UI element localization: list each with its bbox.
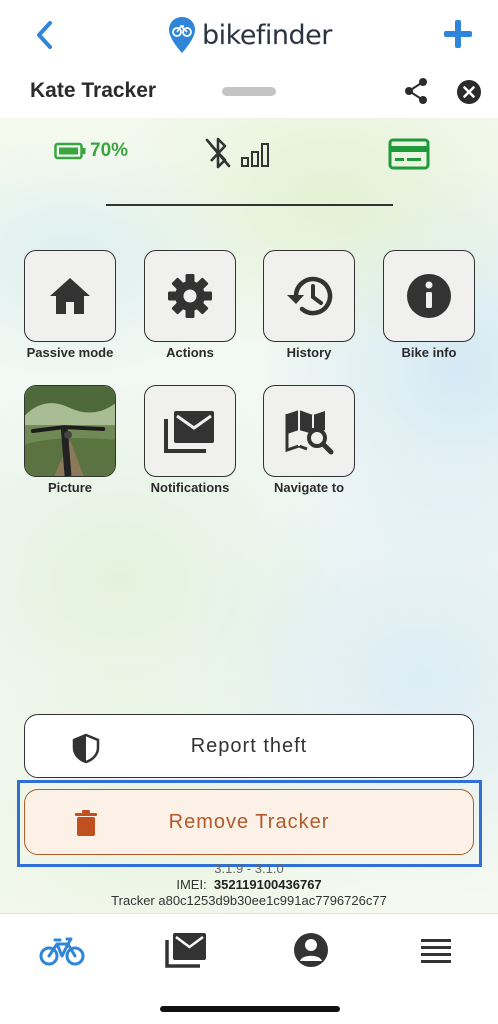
home-icon [50,278,90,314]
tile-label: Notifications [150,480,230,495]
tracker-id-text: Tracker a80c1253d9b30ee1c991ac7796726c77 [111,893,387,908]
tile-actions[interactable]: Actions [134,250,246,360]
account-icon [294,933,328,967]
sheet-grabber[interactable] [222,87,276,96]
remove-tracker-label: Remove Tracker [168,811,330,833]
tile-history[interactable]: History [253,250,365,360]
signal-strength-icon [240,140,276,168]
report-theft-button[interactable]: Report theft [24,714,474,778]
imei-value: 352119100436767 [213,877,322,892]
back-button[interactable] [30,18,60,52]
tab-account[interactable] [287,930,335,970]
bikefinder-logo: bikefinder [168,14,332,56]
menu-icon [421,939,451,963]
mail-stack-icon [165,933,206,968]
tracker-name: Kate Tracker [30,79,157,102]
gear-icon [168,274,212,318]
close-icon [457,80,481,104]
tile-label: Actions [166,345,214,360]
tab-bikes[interactable] [38,930,86,970]
tile-label: Navigate to [273,480,345,495]
battery-indicator: 70% [54,140,128,162]
history-icon [287,276,333,316]
tile-passive-mode[interactable]: Passive mode [14,250,126,360]
bike-icon [39,937,85,966]
mail-stack-icon [164,411,214,453]
remove-tracker-button[interactable]: Remove Tracker [24,789,474,855]
share-button[interactable] [403,77,429,105]
bike-photo [25,386,115,476]
sheet-header: Kate Tracker [0,70,498,118]
brand-name: bikefinder [202,19,332,51]
tile-bike-info[interactable]: Bike info [373,250,485,360]
tile-picture[interactable]: Picture [14,385,126,495]
battery-percent: 70% [90,140,129,161]
tile-label: Passive mode [26,345,114,360]
tab-menu[interactable] [412,930,460,970]
subscription-card-icon[interactable] [387,136,431,172]
plus-icon [444,20,472,48]
tile-label: Bike info [401,345,457,360]
home-indicator [160,1006,340,1012]
tile-navigate-to[interactable]: Navigate to [253,385,365,495]
top-bar: bikefinder [0,0,498,70]
status-row: 70% [0,130,498,178]
chevron-left-icon [37,21,52,49]
tile-label: History [286,345,332,360]
bluetooth-off-icon [203,136,233,170]
location-pin-icon [169,17,195,53]
add-tracker-button[interactable] [440,16,476,52]
report-theft-label: Report theft [190,735,308,757]
battery-icon [54,142,86,160]
info-icon [407,274,451,318]
status-divider [106,204,393,206]
share-icon [405,78,427,104]
close-button[interactable] [456,79,482,105]
tile-notifications[interactable]: Notifications [134,385,246,495]
imei-label: IMEI: [176,877,207,892]
version-text: 3.1.9 - 3.1.0 [214,861,284,876]
tile-label: Picture [47,480,93,495]
battery-fill [59,147,78,155]
imei-line: IMEI: 352119100436767 [0,877,498,892]
tab-messages[interactable] [162,930,210,970]
map-search-icon [285,410,334,455]
